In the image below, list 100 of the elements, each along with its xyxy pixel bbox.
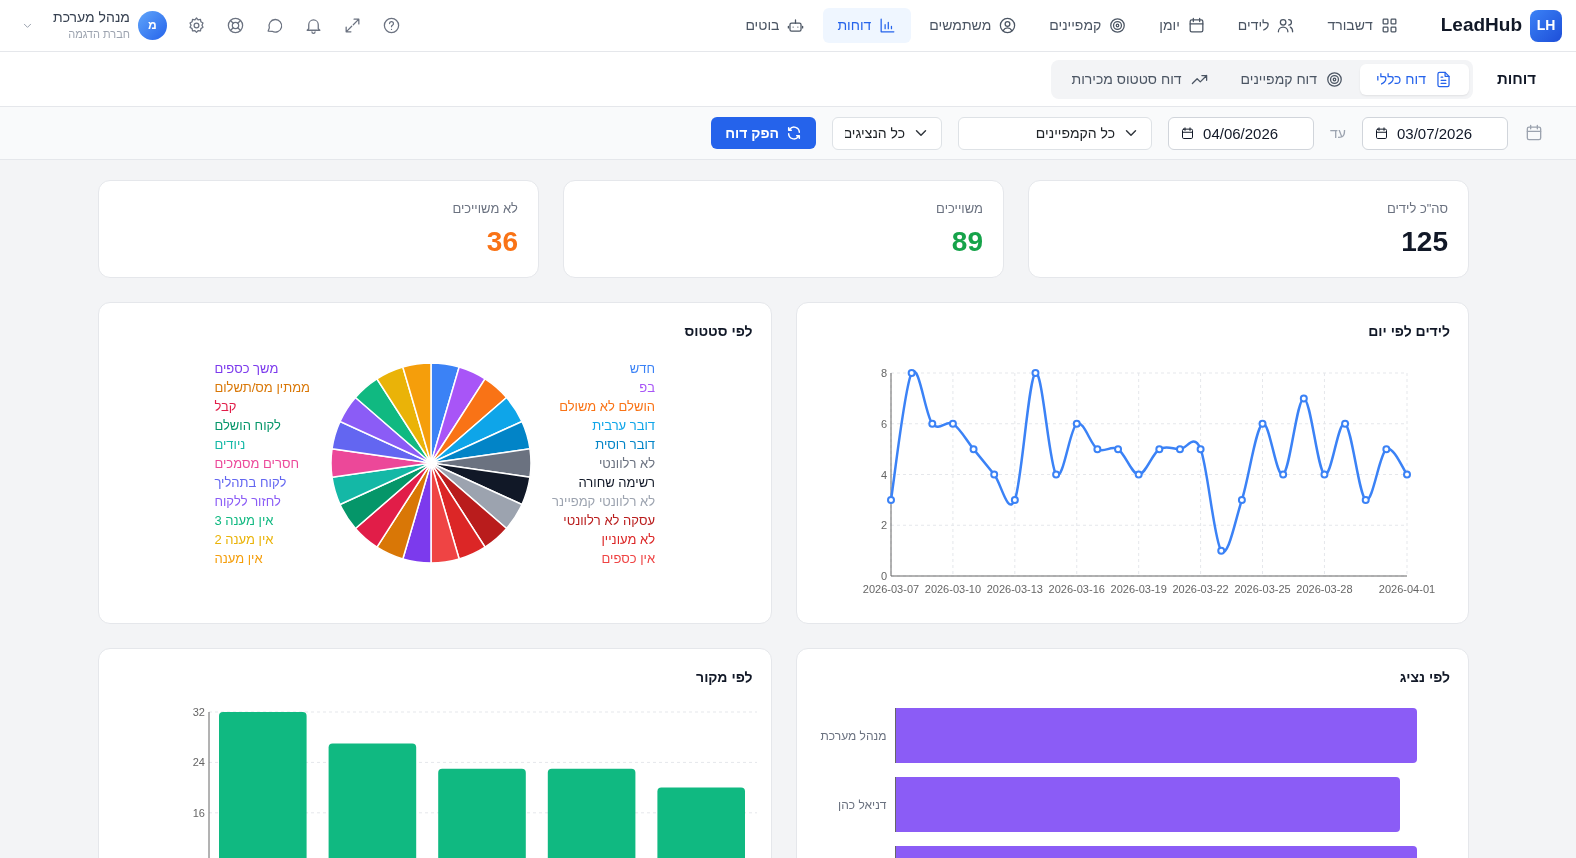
data-point <box>1196 445 1205 454</box>
slice-label: חסרים מסמכים <box>214 454 299 473</box>
data-point <box>1319 470 1328 479</box>
user-icon <box>998 16 1018 35</box>
avatar[interactable]: מ <box>137 11 167 40</box>
data-point <box>969 445 978 454</box>
data-point <box>1092 445 1101 454</box>
bar-label: מנהל מערכת <box>820 728 887 743</box>
user-name: מנהל מערכת <box>53 8 130 26</box>
nav-link[interactable]: בוטים <box>731 8 820 43</box>
axis-label: 2026-03-07 <box>862 583 919 595</box>
data-point <box>1031 369 1039 377</box>
data-point <box>1154 445 1163 454</box>
axis-label: 2026-03-25 <box>1233 583 1291 595</box>
slice-label: לא מעוניין <box>601 530 656 549</box>
chart-title: לפי נציג <box>1398 668 1450 687</box>
help-icon[interactable] <box>381 16 401 35</box>
data-point <box>1113 445 1122 454</box>
axis-label: 6 <box>880 417 887 430</box>
logo-badge: LH <box>1530 9 1562 42</box>
data-point <box>1134 470 1143 479</box>
chart-title: לידים לפי יום <box>1367 322 1450 341</box>
axis-label: 16 <box>192 806 205 819</box>
axis-label: 4 <box>880 468 887 481</box>
nav-link[interactable]: משתמשים <box>915 8 1032 43</box>
range-label: עד <box>1330 123 1346 143</box>
stat-value: 125 <box>1400 224 1448 259</box>
data-point <box>1175 445 1184 454</box>
report-tab[interactable]: דוח כללי <box>1360 63 1469 95</box>
data-point <box>1299 394 1308 403</box>
slice-label: לחזור ללקוח <box>214 492 281 511</box>
data-point <box>989 470 998 479</box>
axis-label: 8 <box>880 367 887 379</box>
axis-label: 0 <box>880 570 887 582</box>
target-icon <box>1325 69 1345 89</box>
slice-label: עסקה לא רלוונטי <box>563 511 656 530</box>
axis-label: 2026-03-16 <box>1048 583 1105 595</box>
lifebuoy-icon[interactable] <box>225 16 245 35</box>
data-point <box>1361 495 1370 504</box>
slice-label: רשימה שחורה <box>578 473 656 492</box>
slice-label: לא רלוונטי <box>598 454 656 473</box>
data-point <box>1258 419 1266 428</box>
chart-title: לפי סטטוס <box>683 322 753 341</box>
calendar-icon <box>1180 125 1196 141</box>
bar-label: דניאל כהן <box>838 797 887 812</box>
slice-label: בפ <box>639 378 656 397</box>
nav-link[interactable]: דשבורד <box>1313 8 1413 43</box>
slice-label: ממתין מס/תשלום <box>214 378 310 397</box>
data-point <box>1237 495 1246 504</box>
settings-icon[interactable] <box>186 16 206 35</box>
nav-link[interactable]: קמפיינים <box>1035 8 1142 43</box>
slice-label: אין מענה 2 <box>214 530 274 549</box>
stat-value: 89 <box>950 224 983 259</box>
axis-label: 2026-03-19 <box>1110 583 1167 595</box>
axis-label: 2026-03-28 <box>1295 583 1353 595</box>
refresh-icon <box>786 125 803 141</box>
calendar-icon <box>1524 123 1544 143</box>
nav-link[interactable]: יומן <box>1145 8 1220 43</box>
users-icon <box>1276 16 1296 35</box>
slice-label: לקוח בתהליך <box>214 473 287 492</box>
axis-label: 32 <box>192 706 205 718</box>
data-point <box>1340 419 1349 428</box>
generate-report-button[interactable]: הפק דוח <box>711 117 817 149</box>
date-field[interactable]: 03/07/2026 <box>1362 116 1508 150</box>
dropdown[interactable]: כל הקמפיינים <box>958 116 1153 150</box>
robot-icon <box>786 16 806 35</box>
axis-label: 2026-03-13 <box>986 583 1043 595</box>
data-point <box>1278 470 1287 479</box>
slice-label: אין מענה <box>214 549 263 568</box>
stat-value: 36 <box>485 224 518 259</box>
slice-label: לקוח הושלם <box>214 416 281 435</box>
date-field[interactable]: 04/06/2026 <box>1168 116 1315 150</box>
axis-label: 2026-03-10 <box>924 583 981 595</box>
page-title: דוחות <box>1496 68 1536 89</box>
slice-label: אין מענה 3 <box>214 511 274 530</box>
data-point <box>1216 546 1225 555</box>
stat-label: סה"כ לידים <box>1385 200 1448 218</box>
brand-name: LeadHub <box>1440 13 1522 38</box>
slice-label: אין כספים <box>601 549 656 568</box>
slice-label: דובר רוסית <box>595 435 656 454</box>
axis-label: 2026-03-22 <box>1171 583 1229 595</box>
data-point <box>886 495 895 504</box>
calendar-icon <box>1374 125 1389 141</box>
data-point <box>1010 495 1019 504</box>
nav-link[interactable]: לידים <box>1223 8 1310 43</box>
axis-label: 2 <box>880 519 887 532</box>
axis-label: 2026-04-01 <box>1378 583 1435 595</box>
stat-label: משוייכים <box>935 200 983 218</box>
data-point <box>948 419 957 428</box>
company-name: חברת הדגמה <box>67 26 130 42</box>
slice-label: חדש <box>629 359 656 378</box>
report-tab[interactable]: דוח סטטוס מכירות <box>1055 63 1225 95</box>
data-point <box>1072 419 1081 428</box>
report-tab[interactable]: דוח קמפיינים <box>1224 63 1361 95</box>
slice-label: ניודים <box>214 435 246 454</box>
slice-label: דובר ערבית <box>592 416 656 435</box>
nav-link[interactable]: דוחות <box>823 8 912 43</box>
slice-label: משך כספים <box>214 359 279 378</box>
chart-title: לפי מקור <box>695 668 753 687</box>
axis-label: 24 <box>192 756 205 769</box>
